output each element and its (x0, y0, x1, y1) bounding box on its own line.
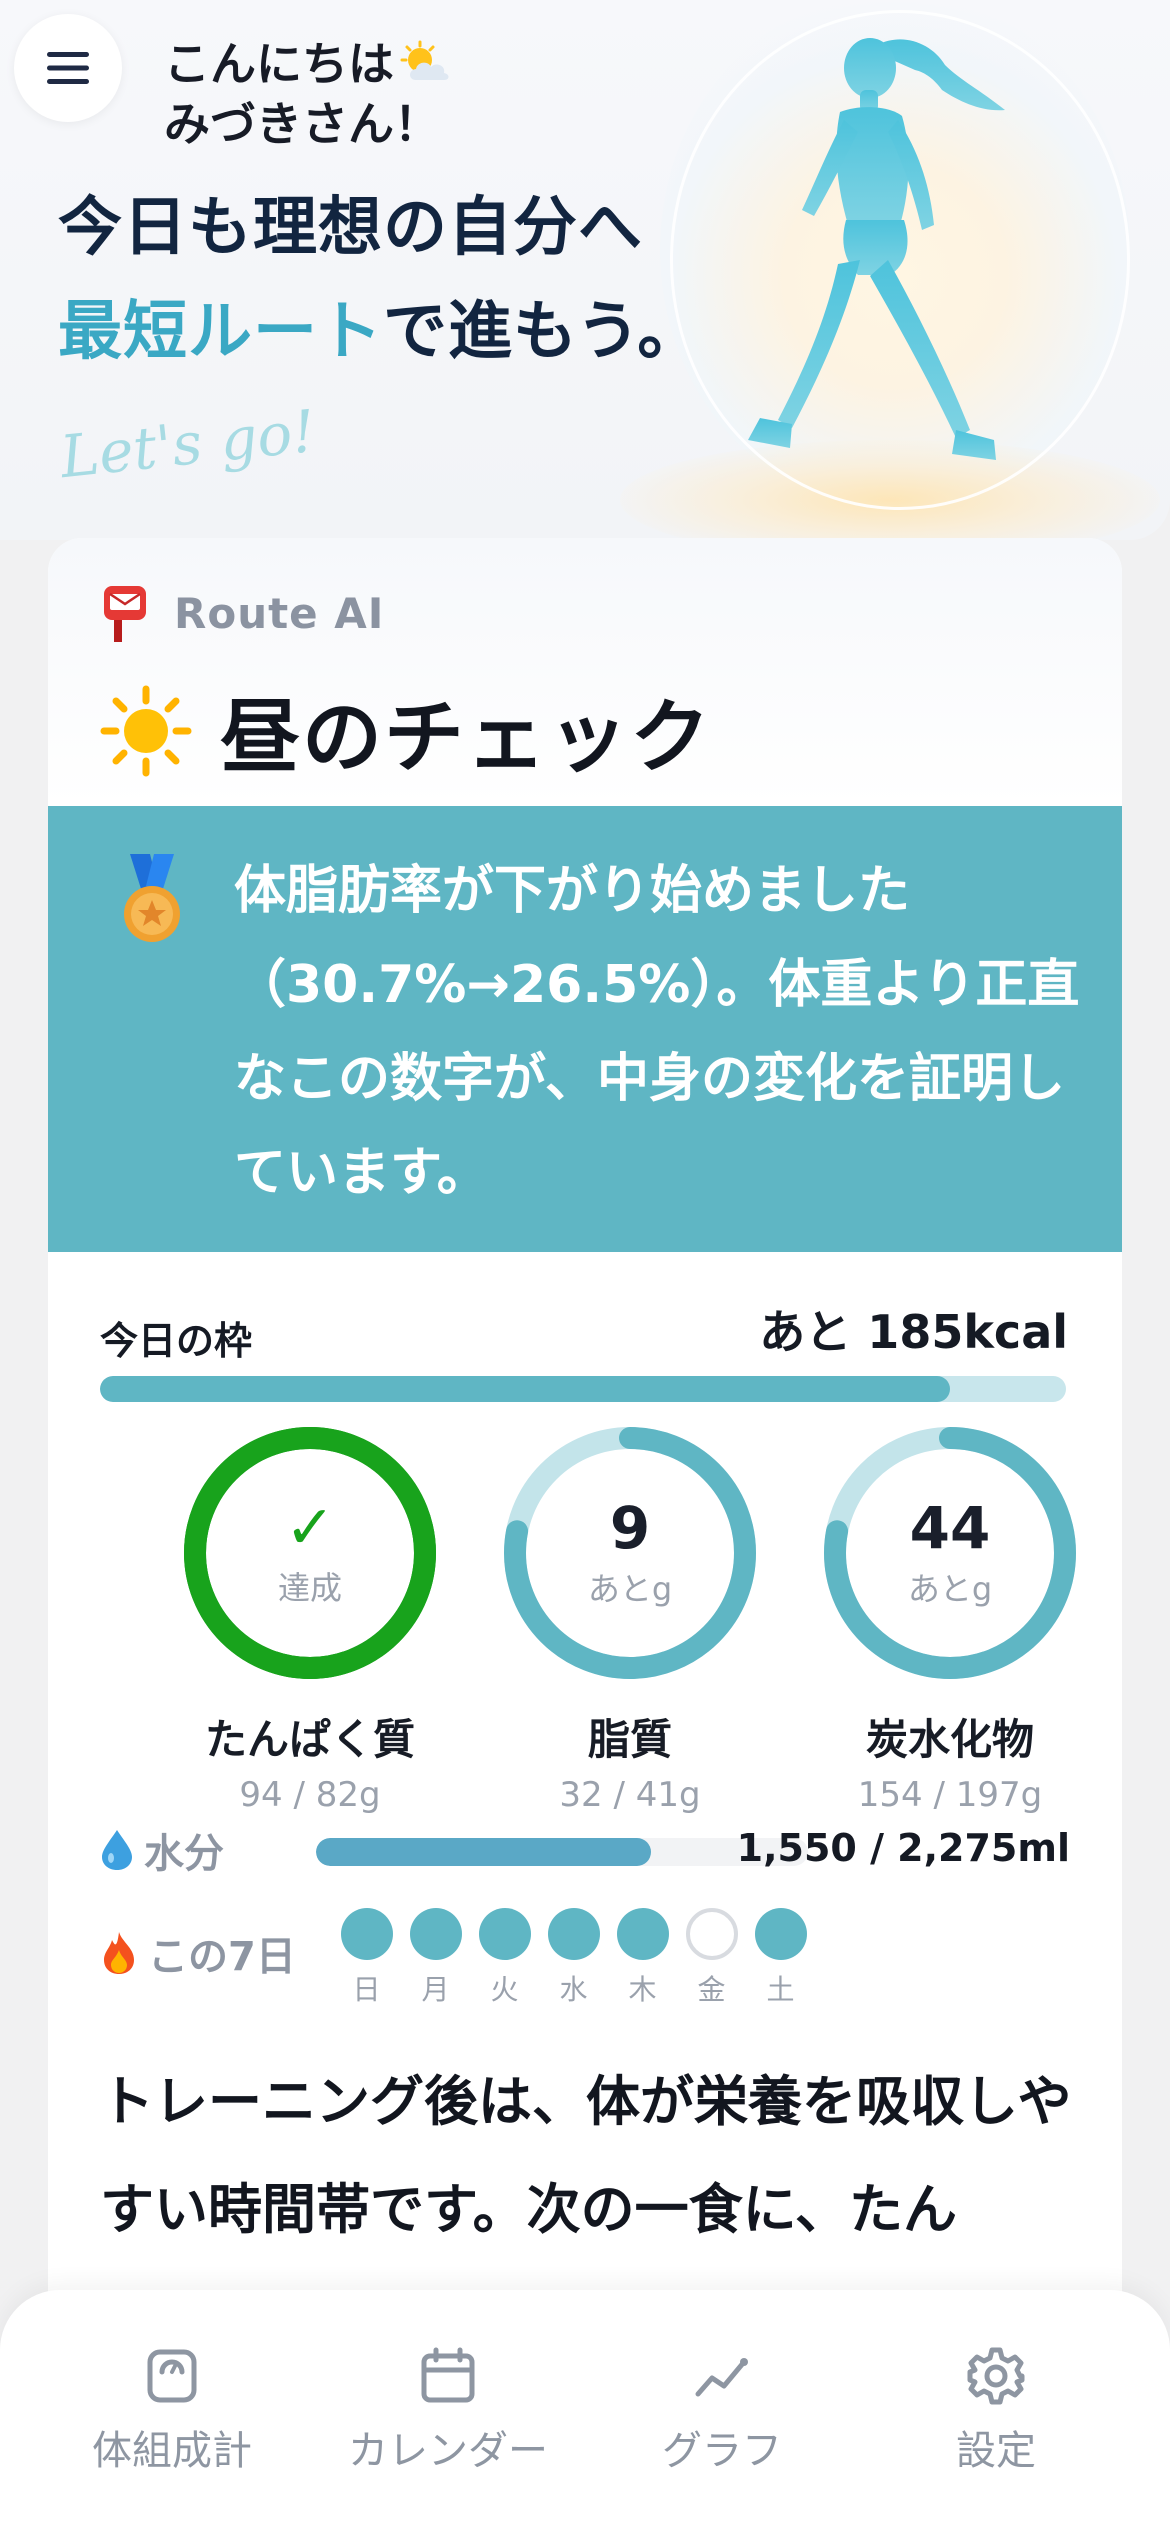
walking-woman-illustration (748, 38, 1005, 460)
check-title-row: 昼のチェック (100, 673, 712, 789)
daily-check-card: Route AI 昼のチェック 体脂肪率が下がり始めました（30.7%→26.5… (48, 538, 1122, 2338)
day-done-dot (547, 1908, 600, 1960)
nav-label-calendar: カレンダー (348, 2428, 548, 2474)
macro-ring-center: ✓ 達成 (175, 1418, 445, 1688)
budget-progress-bar (100, 1376, 1066, 1402)
day-missed-dot (685, 1908, 738, 1960)
week-streak: この7日 日 月 火 水 木 金 土 (100, 1908, 1070, 2018)
medal-icon (124, 854, 180, 942)
source-row: Route AI (100, 582, 384, 644)
nav-item-graph[interactable]: グラフ (586, 2346, 858, 2476)
week-day: 火 (470, 1908, 539, 2008)
nav-label-settings: 設定 (956, 2428, 1036, 2474)
day-done-dot (616, 1908, 669, 1960)
headline-line-2: 最短ルートで進もう。 (58, 280, 702, 372)
macro-remaining-label: あとg (587, 1570, 673, 1608)
budget-progress-fill (100, 1376, 951, 1402)
budget-remaining: あと 185kcal (759, 1305, 1068, 1359)
nav-item-calendar[interactable]: カレンダー (312, 2346, 584, 2476)
advice-text: トレーニング後は、体が栄養を吸収しやすい時間帯です。次の一食に、たん (100, 2070, 1072, 2241)
week-days: 日月火水木金土 (332, 1908, 815, 2008)
day-label: 火 (490, 1973, 519, 2006)
day-label: 木 (628, 1973, 657, 2006)
macro-rings: ✓ 達成たんぱく質 94 / 82g 9 あとg 脂質 32 / 41g 44 あとg 炭水化物 1… (48, 1418, 1122, 1818)
week-day: 月 (401, 1908, 470, 2008)
macro-ring-center: 44 あとg (815, 1418, 1085, 1688)
calendar-icon (421, 2347, 475, 2403)
day-done-dot (409, 1908, 462, 1960)
macro-name: 脂質 (587, 1715, 672, 1764)
water-row: 水分 1,550 / 2,275ml (100, 1820, 1070, 1880)
day-label: 月 (421, 1973, 450, 2006)
source-label: Route AI (174, 588, 385, 638)
card-header: Route AI 昼のチェック (48, 538, 1122, 806)
hamburger-menu-icon (47, 52, 89, 84)
greeting-line-2: みづきさん！ (164, 97, 440, 151)
insight-text: 体脂肪率が下がり始めました（30.7%→26.5%）。体重より正直なこの数字が、… (234, 861, 1080, 1203)
day-label: 金 (697, 1973, 726, 2006)
nav-item-scale[interactable]: 体組成計 (36, 2346, 308, 2476)
week-day: 土 (746, 1908, 815, 2008)
insight-banner: 体脂肪率が下がり始めました（30.7%→26.5%）。体重より正直なこの数字が、… (48, 806, 1122, 1252)
check-icon: ✓ (284, 1493, 336, 1563)
water-value: 1,550 / 2,275ml (736, 1826, 1070, 1870)
macro-remaining-label: あとg (907, 1570, 993, 1608)
macro-amount: 32 / 41g (559, 1775, 701, 1815)
week-label-row: この7日 (100, 1924, 296, 1982)
week-day: 金 (677, 1908, 746, 2008)
nav-label-graph: グラフ (662, 2428, 782, 2474)
macro-amount: 94 / 82g (239, 1775, 381, 1815)
nav-label-scale: 体組成計 (92, 2428, 252, 2474)
sun-icon (100, 685, 192, 777)
bottom-navigation: 体組成計 カレンダー グラフ 設定 (0, 2290, 1170, 2532)
day-done-dot (754, 1908, 807, 1960)
macro-remaining-value: 9 (609, 1494, 651, 1562)
sun-behind-cloud-icon (400, 40, 449, 80)
budget-label: 今日の枠 (100, 1319, 253, 1363)
week-day: 日 (332, 1908, 401, 2008)
day-label: 日 (352, 1973, 381, 2006)
greeting-line-1: こんにちは (164, 37, 394, 91)
tagline: Let's go! (57, 396, 319, 492)
macro-remaining-value: 44 (909, 1494, 991, 1562)
water-progress-bar (316, 1838, 808, 1866)
week-day: 木 (608, 1908, 677, 2008)
hero-header: こんにちは みづきさん！ 今日も理想の自分へ 最短ルートで進もう。 Let's … (0, 0, 1170, 540)
water-progress-fill (316, 1838, 651, 1866)
scale-icon (147, 2349, 197, 2403)
gear-icon (967, 2347, 1025, 2405)
droplet-icon (102, 1830, 132, 1870)
chart-line-icon (695, 2358, 748, 2397)
day-done-dot (340, 1908, 393, 1960)
water-label: 水分 (144, 1831, 224, 1877)
app-screen: こんにちは みづきさん！ 今日も理想の自分へ 最短ルートで進もう。 Let's … (0, 0, 1170, 2532)
headline-rest: で進もう。 (383, 295, 703, 369)
nav-item-settings[interactable]: 設定 (860, 2346, 1132, 2476)
week-day: 水 (539, 1908, 608, 2008)
greeting: こんにちは みづきさん！ (164, 34, 452, 154)
macro-remaining-label: 達成 (277, 1569, 342, 1607)
day-label: 土 (766, 1973, 795, 2006)
macro-ring-2: 44 あとg 炭水化物 154 / 197g (790, 1418, 1110, 1815)
headline-accent: 最短ルート (58, 295, 383, 369)
check-title: 昼のチェック (220, 691, 712, 784)
week-label: この7日 (148, 1934, 296, 1980)
postbox-icon (104, 586, 146, 642)
macro-name: たんぱく質 (204, 1715, 415, 1764)
fire-icon (104, 1932, 134, 1974)
macro-ring-center: 9 あとg (495, 1418, 765, 1688)
macro-amount: 154 / 197g (857, 1775, 1043, 1815)
headline-line-1: 今日も理想の自分へ (58, 191, 643, 265)
macro-name: 炭水化物 (865, 1715, 1034, 1764)
day-done-dot (478, 1908, 531, 1960)
macro-ring-1: 9 あとg 脂質 32 / 41g (470, 1418, 790, 1815)
macro-ring-0: ✓ 達成たんぱく質 94 / 82g (150, 1418, 470, 1815)
menu-button[interactable] (14, 14, 122, 122)
day-label: 水 (559, 1973, 588, 2006)
